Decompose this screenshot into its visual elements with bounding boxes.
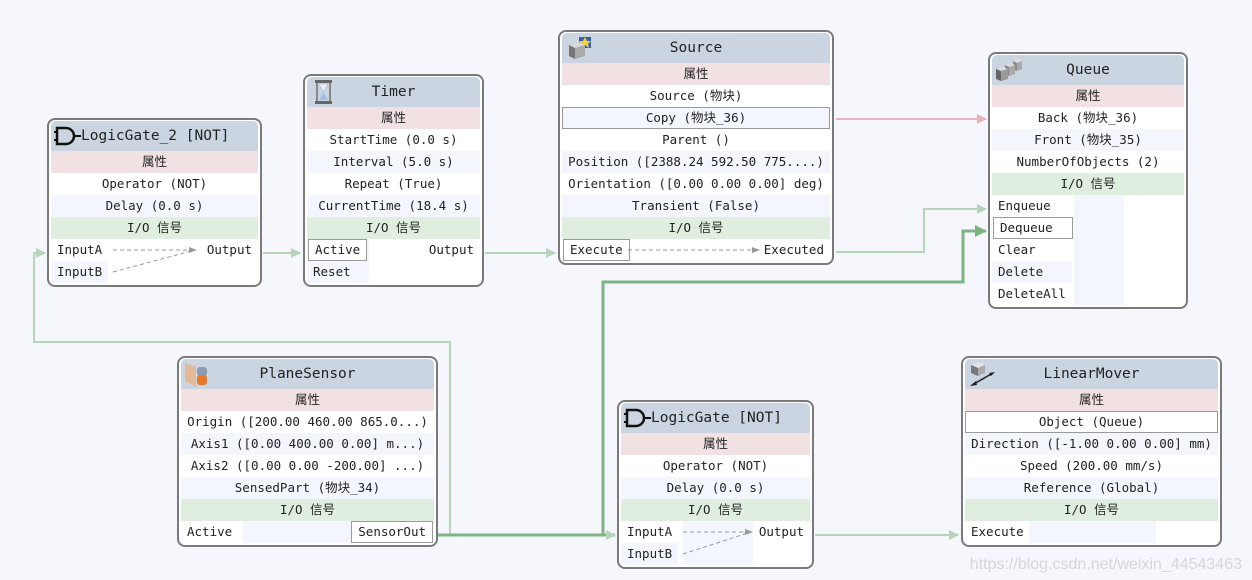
io-header: I/O 信号 bbox=[965, 499, 1218, 521]
property-row[interactable]: Source (物块) bbox=[562, 85, 830, 107]
property-row[interactable]: Transient (False) bbox=[562, 195, 830, 217]
property-row[interactable]: Speed (200.00 mm/s) bbox=[965, 455, 1218, 477]
node-header[interactable]: Timer bbox=[307, 77, 480, 107]
io-header: I/O 信号 bbox=[621, 499, 810, 521]
watermark: https://blog.csdn.net/weixin_44543463 bbox=[969, 556, 1242, 573]
io-section: Active Reset Output bbox=[307, 239, 480, 283]
property-row[interactable]: Reference (Global) bbox=[965, 477, 1218, 499]
property-row[interactable]: Object (Queue) bbox=[965, 411, 1218, 433]
hourglass-icon bbox=[315, 80, 332, 104]
node-logicgate[interactable]: LogicGate [NOT] 属性 Operator (NOT) Delay … bbox=[617, 400, 814, 569]
input-pin[interactable]: Execute bbox=[563, 239, 630, 261]
node-header[interactable]: LogicGate_2 [NOT] bbox=[51, 121, 258, 151]
io-header: I/O 信号 bbox=[992, 173, 1184, 195]
property-row[interactable]: Origin ([200.00 460.00 865.0...) bbox=[181, 411, 434, 433]
property-row[interactable]: Interval (5.0 s) bbox=[307, 151, 480, 173]
input-pin[interactable]: Reset bbox=[307, 261, 357, 283]
output-pin[interactable]: Output bbox=[423, 239, 480, 261]
property-row[interactable]: Axis1 ([0.00 400.00 0.00] m...) bbox=[181, 433, 434, 455]
node-title: LinearMover bbox=[1043, 366, 1140, 382]
source-block-icon bbox=[569, 37, 591, 59]
io-section: InputA InputB Output bbox=[51, 239, 258, 283]
linear-mover-icon bbox=[970, 362, 995, 386]
input-pin[interactable]: InputB bbox=[621, 543, 679, 565]
node-header[interactable]: PlaneSensor bbox=[181, 359, 434, 389]
property-row[interactable]: Back (物块_36) bbox=[992, 107, 1184, 129]
node-source[interactable]: Source 属性 Source (物块) Copy (物块_36) Paren… bbox=[558, 30, 834, 265]
property-row[interactable]: Front (物块_35) bbox=[992, 129, 1184, 151]
queue-blocks-icon bbox=[996, 59, 1022, 81]
property-row[interactable]: Direction ([-1.00 0.00 0.00] mm) bbox=[965, 433, 1218, 455]
output-pin[interactable]: SensorOut bbox=[351, 521, 433, 543]
output-pin[interactable]: Output bbox=[752, 521, 810, 543]
io-header: I/O 信号 bbox=[51, 217, 258, 239]
properties-header: 属性 bbox=[562, 63, 830, 85]
internal-connection bbox=[628, 247, 760, 253]
logic-gate-icon bbox=[54, 126, 81, 146]
output-pin[interactable]: Executed bbox=[758, 239, 830, 261]
input-pin[interactable]: InputB bbox=[51, 261, 109, 283]
property-row[interactable]: Operator (NOT) bbox=[621, 455, 810, 477]
logic-gate-icon bbox=[624, 408, 651, 428]
property-row[interactable]: SensedPart (物块_34) bbox=[181, 477, 434, 499]
node-header[interactable]: LogicGate [NOT] bbox=[621, 403, 810, 433]
io-section: Execute Executed bbox=[562, 239, 830, 261]
input-pin[interactable]: InputA bbox=[51, 239, 108, 261]
io-section: Execute bbox=[965, 521, 1218, 543]
input-pin[interactable]: Active bbox=[308, 239, 368, 261]
input-pin[interactable]: Delete bbox=[992, 261, 1072, 283]
input-pin[interactable]: Dequeue bbox=[993, 217, 1073, 239]
properties-header: 属性 bbox=[181, 389, 434, 411]
input-pin[interactable]: InputA bbox=[621, 521, 679, 543]
input-pin[interactable]: DeleteAll bbox=[992, 283, 1072, 305]
property-row[interactable]: Repeat (True) bbox=[307, 173, 480, 195]
node-logicgate-2[interactable]: LogicGate_2 [NOT] 属性 Operator (NOT) Dela… bbox=[47, 118, 262, 287]
input-pin[interactable]: Clear bbox=[992, 239, 1042, 261]
node-title: Source bbox=[669, 40, 723, 56]
property-row[interactable]: Delay (0.0 s) bbox=[51, 195, 258, 217]
internal-connection bbox=[112, 247, 197, 273]
io-header: I/O 信号 bbox=[181, 499, 434, 521]
property-row[interactable]: Axis2 ([0.00 0.00 -200.00] ...) bbox=[181, 455, 434, 477]
properties-header: 属性 bbox=[307, 107, 480, 129]
input-pin[interactable]: Enqueue bbox=[992, 195, 1057, 217]
io-header: I/O 信号 bbox=[307, 217, 480, 239]
node-header[interactable]: Source bbox=[562, 33, 830, 63]
property-row[interactable]: Operator (NOT) bbox=[51, 173, 258, 195]
property-row[interactable]: StartTime (0.0 s) bbox=[307, 129, 480, 151]
property-row[interactable]: Orientation ([0.00 0.00 0.00] deg) bbox=[562, 173, 830, 195]
property-row[interactable]: Delay (0.0 s) bbox=[621, 477, 810, 499]
property-row[interactable]: Position ([2388.24 592.50 775....) bbox=[562, 151, 830, 173]
property-row[interactable]: Parent () bbox=[562, 129, 830, 151]
node-header[interactable]: LinearMover bbox=[965, 359, 1218, 389]
input-pin[interactable]: Active bbox=[181, 521, 238, 543]
io-section: InputA InputB Output bbox=[621, 521, 810, 565]
node-linearmover[interactable]: LinearMover 属性 Object (Queue) Direction … bbox=[961, 356, 1222, 547]
property-row[interactable]: Copy (物块_36) bbox=[562, 107, 830, 129]
io-section: Active SensorOut bbox=[181, 521, 434, 543]
properties-header: 属性 bbox=[965, 389, 1218, 411]
properties-header: 属性 bbox=[621, 433, 810, 455]
plane-sensor-icon bbox=[185, 363, 207, 387]
node-header[interactable]: Queue bbox=[992, 55, 1184, 85]
internal-connection bbox=[682, 529, 753, 555]
output-pin[interactable]: Output bbox=[201, 239, 258, 261]
property-row[interactable]: NumberOfObjects (2) bbox=[992, 151, 1184, 173]
node-planesensor[interactable]: PlaneSensor 属性 Origin ([200.00 460.00 86… bbox=[177, 356, 438, 547]
io-section: Enqueue Dequeue Clear Delete DeleteAll bbox=[992, 195, 1184, 305]
node-title: LogicGate_2 [NOT] bbox=[81, 128, 230, 144]
input-pin[interactable]: Execute bbox=[965, 521, 1030, 543]
node-queue[interactable]: Queue 属性 Back (物块_36) Front (物块_35) Numb… bbox=[988, 52, 1188, 309]
property-row[interactable]: CurrentTime (18.4 s) bbox=[307, 195, 480, 217]
properties-header: 属性 bbox=[992, 85, 1184, 107]
properties-header: 属性 bbox=[51, 151, 258, 173]
node-title: PlaneSensor bbox=[259, 366, 356, 382]
io-header: I/O 信号 bbox=[562, 217, 830, 239]
node-timer[interactable]: Timer 属性 StartTime (0.0 s) Interval (5.0… bbox=[303, 74, 484, 287]
